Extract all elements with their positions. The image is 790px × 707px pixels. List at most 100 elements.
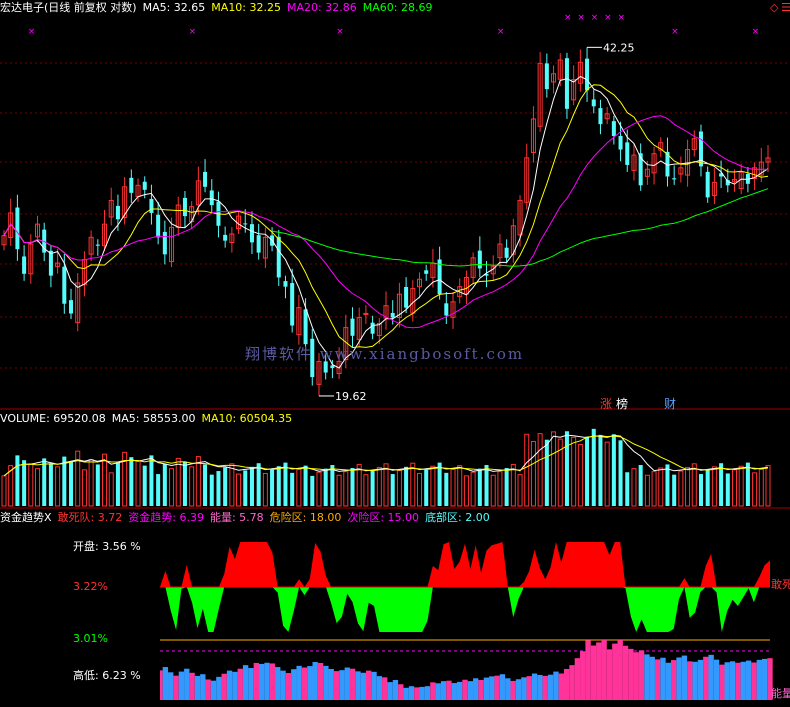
energy-bar bbox=[697, 659, 704, 700]
volume-bar bbox=[290, 472, 295, 506]
volume-bar bbox=[162, 463, 167, 506]
fund-area-negative bbox=[160, 587, 770, 632]
tag-cai[interactable]: 财 bbox=[664, 395, 676, 412]
limit-up-marker: × bbox=[604, 13, 612, 23]
gansidui-label: 敢死队: 3.72 bbox=[57, 511, 123, 524]
volume-bar bbox=[591, 428, 596, 506]
tag-zhang[interactable]: 涨 bbox=[600, 395, 612, 412]
candle-body bbox=[705, 171, 710, 198]
candle-body bbox=[585, 58, 590, 91]
volume-bar bbox=[577, 444, 583, 507]
volume-bar bbox=[745, 462, 750, 506]
volume-bar bbox=[430, 465, 436, 507]
volume-bar bbox=[765, 465, 771, 507]
volume-bar bbox=[376, 466, 382, 507]
event-marker: × bbox=[671, 27, 679, 37]
volume-bar bbox=[665, 464, 670, 506]
limit-up-marker: × bbox=[591, 13, 599, 23]
stock-chart-window: 42.25 19.62 × × × × × × × × × × × 宏达电子(日线 前复权 对数) MA5… bbox=[0, 0, 790, 703]
volume-bar bbox=[477, 468, 482, 506]
energy-bar bbox=[344, 667, 350, 700]
volume-bar bbox=[604, 441, 610, 507]
volume-bar bbox=[450, 468, 456, 507]
volume-bar bbox=[658, 467, 664, 507]
volume-bar bbox=[504, 468, 509, 506]
volume-bar bbox=[102, 453, 108, 507]
volume-bar bbox=[108, 472, 114, 507]
ma60-label: MA60: 28.69 bbox=[362, 1, 433, 14]
volume-bar bbox=[731, 469, 738, 507]
candle-body bbox=[625, 142, 630, 165]
volume-bar bbox=[510, 463, 516, 507]
candle-body bbox=[611, 121, 616, 137]
energy-bar bbox=[617, 640, 623, 700]
volume-bar bbox=[129, 457, 134, 506]
ma5-label: MA5: 32.65 bbox=[142, 1, 206, 14]
energy-bar bbox=[580, 651, 586, 700]
energy-bar bbox=[333, 671, 340, 700]
candle-body bbox=[209, 190, 214, 206]
energy-bar bbox=[446, 680, 452, 700]
tag-bang[interactable]: 榜 bbox=[616, 395, 628, 412]
candle-body bbox=[223, 234, 228, 241]
ma10-label: MA10: 32.25 bbox=[211, 1, 282, 14]
nengliang-label: 能量: 5.78 bbox=[209, 511, 264, 524]
energy-bar bbox=[258, 663, 265, 700]
volume-bar bbox=[410, 462, 416, 507]
candle-body bbox=[69, 300, 74, 314]
energy-bar bbox=[537, 674, 543, 700]
energy-bar bbox=[633, 652, 639, 700]
energy-bar bbox=[248, 668, 254, 700]
candle-body bbox=[249, 224, 254, 243]
energy-bar bbox=[510, 680, 516, 700]
energy-bar bbox=[307, 666, 313, 700]
menu-icon[interactable]: ☰ bbox=[781, 1, 790, 15]
energy-bar bbox=[654, 659, 661, 700]
volume-bar bbox=[88, 459, 94, 507]
energy-bar bbox=[531, 673, 538, 700]
energy-bar bbox=[692, 661, 698, 700]
volume-bar bbox=[752, 472, 758, 507]
volume-bar bbox=[135, 460, 141, 507]
energy-bar bbox=[478, 679, 484, 700]
volume-bar bbox=[638, 465, 643, 506]
energy-bar bbox=[456, 681, 463, 700]
volume-bar bbox=[142, 465, 147, 506]
energy-bar bbox=[745, 660, 752, 700]
volume-bar bbox=[296, 468, 302, 507]
volume-bar bbox=[444, 472, 449, 506]
energy-bar bbox=[451, 683, 457, 700]
volume-bar bbox=[223, 467, 228, 506]
candle-body bbox=[115, 205, 120, 220]
energy-bar bbox=[275, 667, 281, 700]
volume-bar bbox=[396, 469, 402, 507]
upper-pct-label: 3.22% bbox=[73, 580, 108, 593]
volume-bar bbox=[685, 466, 691, 507]
energy-bar bbox=[296, 665, 302, 700]
volume-bar bbox=[383, 463, 389, 507]
energy-bar bbox=[382, 677, 388, 700]
volume-bar bbox=[175, 457, 181, 507]
energy-bar bbox=[713, 659, 720, 700]
energy-bar bbox=[606, 649, 613, 700]
energy-bar bbox=[681, 655, 688, 700]
ma20-label: MA20: 32.86 bbox=[287, 1, 357, 14]
volume-bar bbox=[115, 462, 120, 506]
energy-bar bbox=[649, 656, 655, 700]
energy-bar bbox=[467, 681, 474, 700]
volume-bar bbox=[169, 468, 175, 507]
energy-bar bbox=[269, 663, 276, 700]
volume-bar bbox=[370, 471, 375, 506]
volume-bar bbox=[416, 472, 423, 507]
candle-body bbox=[203, 171, 208, 187]
candle-body bbox=[444, 303, 449, 316]
energy-bar bbox=[542, 675, 548, 700]
candle-body bbox=[48, 250, 53, 276]
candle-body bbox=[156, 214, 161, 238]
energy-bar bbox=[323, 665, 329, 700]
expand-icon[interactable]: ◇ bbox=[770, 1, 778, 15]
volume-bar bbox=[524, 433, 530, 507]
volume-bar bbox=[1, 475, 7, 507]
energy-bar bbox=[515, 679, 522, 700]
candle-body bbox=[672, 178, 677, 180]
